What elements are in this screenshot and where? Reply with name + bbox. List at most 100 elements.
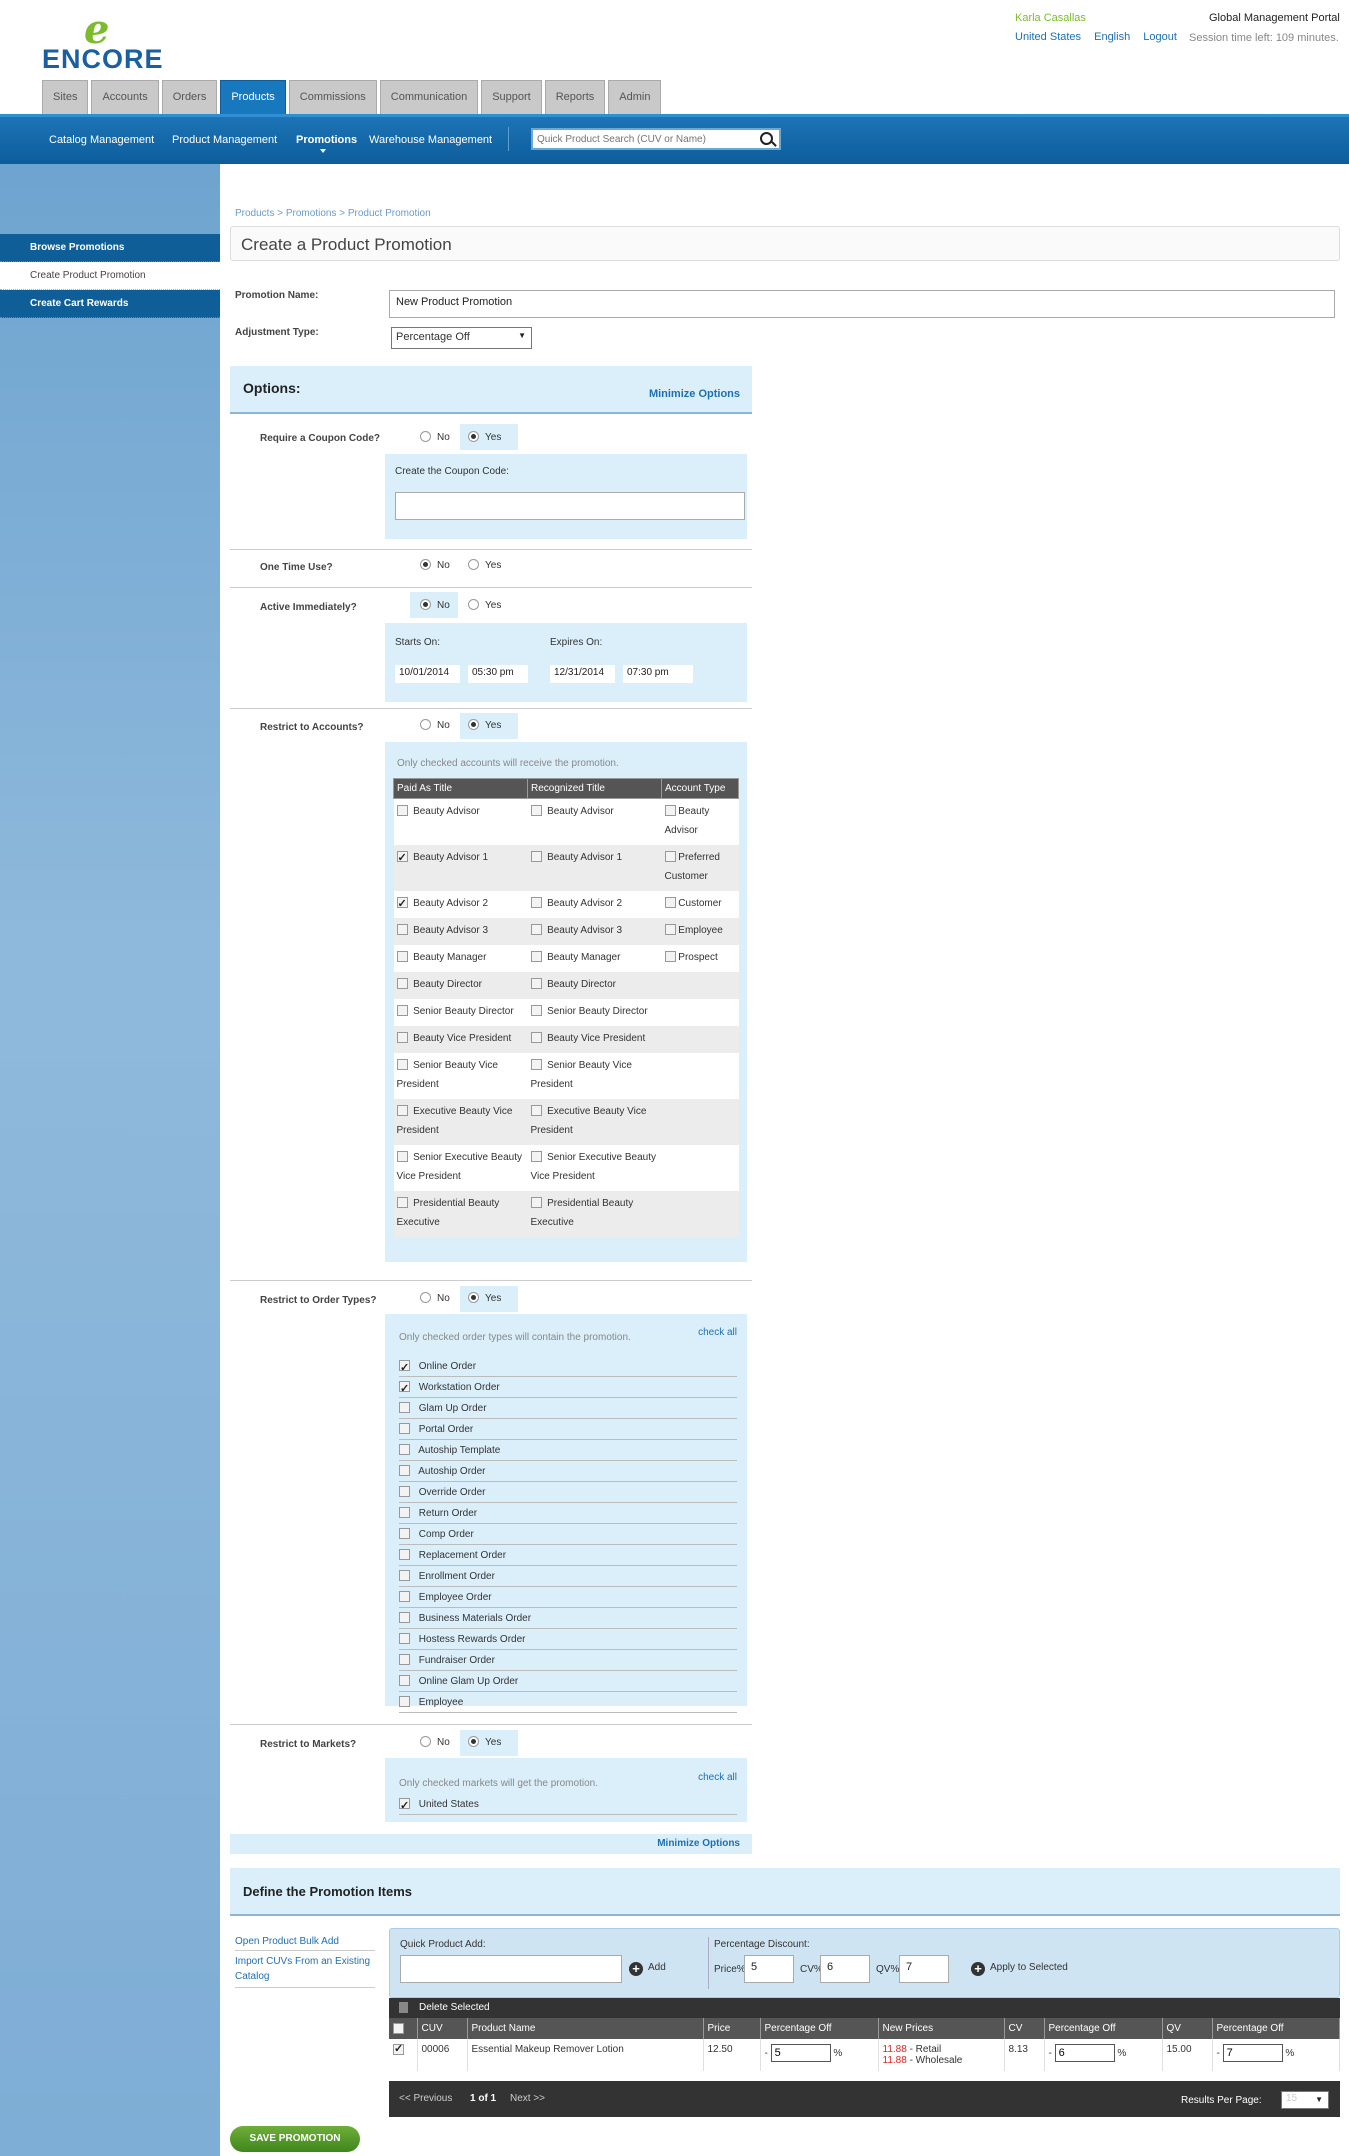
sidebar-item-create-product-promotion[interactable]: Create Product Promotion (0, 262, 220, 290)
order-types-check-all[interactable]: check all (698, 1327, 737, 1338)
end-date-input[interactable]: 12/31/2014 (550, 665, 615, 683)
recognized-title-cell[interactable]: Senior Executive Beauty Vice President (527, 1145, 662, 1191)
markets-check-all[interactable]: check all (698, 1772, 737, 1783)
paid-title-checkbox[interactable] (396, 805, 408, 816)
account-type-checkbox[interactable] (664, 951, 676, 962)
tab-sites[interactable]: Sites (42, 80, 89, 114)
account-type-checkbox[interactable] (664, 924, 676, 935)
order-type-item[interactable]: Business Materials Order (399, 1608, 737, 1629)
paid-title-cell[interactable]: Senior Beauty Vice President (393, 1053, 528, 1099)
import-cuvs-link[interactable]: Import CUVs From an Existing Catalog (235, 1951, 375, 1988)
paid-title-cell[interactable]: Beauty Advisor 2 (393, 891, 528, 918)
order-type-item[interactable]: Return Order (399, 1503, 737, 1524)
coupon-code-input[interactable] (395, 492, 745, 520)
recognized-title-cell[interactable]: Beauty Advisor (527, 798, 662, 845)
recognized-title-cell[interactable]: Beauty Advisor 1 (527, 845, 662, 891)
order-type-checkbox[interactable] (399, 1507, 410, 1518)
active-yes-radio[interactable]: Yes (468, 599, 501, 611)
nav-warehouse-management[interactable]: Warehouse Management (369, 134, 492, 146)
order-type-checkbox[interactable] (399, 1570, 410, 1581)
recognized-title-checkbox[interactable] (530, 1197, 542, 1208)
recognized-title-cell[interactable]: Beauty Advisor 2 (527, 891, 662, 918)
paid-title-checkbox[interactable] (396, 1151, 408, 1162)
order-type-item[interactable]: Comp Order (399, 1524, 737, 1545)
account-type-cell[interactable]: Employee (661, 918, 739, 945)
order-type-item[interactable]: Autoship Template (399, 1440, 737, 1461)
start-time-input[interactable]: 05:30 pm (468, 665, 528, 683)
sidebar-item-create-cart-rewards[interactable]: Create Cart Rewards (0, 290, 220, 318)
one-time-no-radio[interactable]: No (420, 559, 450, 571)
order-type-item[interactable]: Online Glam Up Order (399, 1671, 737, 1692)
recognized-title-cell[interactable]: Senior Beauty Director (527, 999, 662, 1026)
recognized-title-cell[interactable]: Executive Beauty Vice President (527, 1099, 662, 1145)
order-type-checkbox[interactable] (399, 1675, 410, 1686)
recognized-title-checkbox[interactable] (530, 1005, 542, 1016)
recognized-title-checkbox[interactable] (530, 978, 542, 989)
order-type-item[interactable]: Replacement Order (399, 1545, 737, 1566)
recognized-title-cell[interactable]: Beauty Advisor 3 (527, 918, 662, 945)
account-type-cell[interactable]: Preferred Customer (661, 845, 739, 891)
order-type-checkbox[interactable] (399, 1423, 410, 1434)
order-type-item[interactable]: Override Order (399, 1482, 737, 1503)
order-type-item[interactable]: Autoship Order (399, 1461, 737, 1482)
user-name[interactable]: Karla Casallas (1015, 12, 1086, 24)
save-promotion-button[interactable]: SAVE PROMOTION (230, 2126, 360, 2152)
tab-admin[interactable]: Admin (608, 80, 662, 114)
order-type-item[interactable]: Enrollment Order (399, 1566, 737, 1587)
cv-pct-input[interactable]: 6 (820, 1955, 870, 1983)
recognized-title-checkbox[interactable] (530, 1032, 542, 1043)
paid-title-cell[interactable]: Beauty Vice President (393, 1026, 528, 1053)
promotion-name-input[interactable]: New Product Promotion (389, 290, 1335, 318)
tab-products[interactable]: Products (220, 80, 286, 114)
order-type-item[interactable]: Employee Order (399, 1587, 737, 1608)
adjustment-type-select[interactable]: Percentage Off (391, 327, 532, 349)
paid-title-checkbox[interactable] (396, 849, 408, 868)
order-type-checkbox[interactable] (399, 1444, 410, 1455)
accounts-yes-radio[interactable]: Yes (468, 719, 501, 731)
recognized-title-cell[interactable]: Beauty Director (527, 972, 662, 999)
paid-title-checkbox[interactable] (396, 1105, 408, 1116)
account-type-cell[interactable]: Customer (661, 891, 739, 918)
paid-title-cell[interactable]: Senior Beauty Director (393, 999, 528, 1026)
tab-commissions[interactable]: Commissions (288, 80, 377, 114)
tab-communication[interactable]: Communication (379, 80, 479, 114)
nav-promotions[interactable]: Promotions (296, 134, 357, 153)
market-item-united-states[interactable]: United States (399, 1794, 737, 1817)
order-type-checkbox[interactable] (399, 1654, 410, 1665)
recognized-title-checkbox[interactable] (530, 951, 542, 962)
results-per-page-select[interactable]: 15 (1281, 2091, 1329, 2109)
accounts-no-radio[interactable]: No (420, 719, 450, 731)
nav-product-management[interactable]: Product Management (172, 134, 277, 146)
price-pct-input[interactable]: 5 (744, 1955, 794, 1983)
order-type-checkbox[interactable] (399, 1379, 410, 1400)
paid-title-checkbox[interactable] (396, 1197, 408, 1208)
paid-title-cell[interactable]: Beauty Director (393, 972, 528, 999)
order-type-item[interactable]: Online Order (399, 1356, 737, 1379)
breadcrumb[interactable]: Products > Promotions > Product Promotio… (235, 208, 431, 219)
paid-title-checkbox[interactable] (396, 1005, 408, 1016)
order-type-checkbox[interactable] (399, 1465, 410, 1476)
active-no-radio[interactable]: No (420, 599, 450, 611)
one-time-yes-radio[interactable]: Yes (468, 559, 501, 571)
sidebar-item-browse-promotions[interactable]: Browse Promotions (0, 234, 220, 262)
pager-previous[interactable]: << Previous (399, 2093, 452, 2104)
account-type-cell[interactable]: Beauty Advisor (661, 798, 739, 845)
order-types-yes-radio[interactable]: Yes (468, 1292, 501, 1304)
product-bulk-add-link[interactable]: Open Product Bulk Add (235, 1933, 375, 1951)
delete-selected-bar[interactable]: Delete Selected (389, 1998, 1340, 2018)
order-type-checkbox[interactable] (399, 1549, 410, 1560)
paid-title-checkbox[interactable] (396, 895, 408, 914)
order-type-checkbox[interactable] (399, 1612, 410, 1623)
recognized-title-checkbox[interactable] (530, 805, 542, 816)
tab-support[interactable]: Support (481, 80, 542, 114)
recognized-title-cell[interactable]: Beauty Vice President (527, 1026, 662, 1053)
order-type-checkbox[interactable] (399, 1591, 410, 1602)
markets-no-radio[interactable]: No (420, 1736, 450, 1748)
pager-next[interactable]: Next >> (510, 2093, 545, 2104)
recognized-title-cell[interactable]: Presidential Beauty Executive (527, 1191, 662, 1237)
paid-title-cell[interactable]: Beauty Advisor (393, 798, 528, 845)
recognized-title-cell[interactable]: Senior Beauty Vice President (527, 1053, 662, 1099)
order-types-no-radio[interactable]: No (420, 1292, 450, 1304)
order-type-checkbox[interactable] (399, 1696, 410, 1707)
account-type-cell[interactable]: Prospect (661, 945, 739, 972)
